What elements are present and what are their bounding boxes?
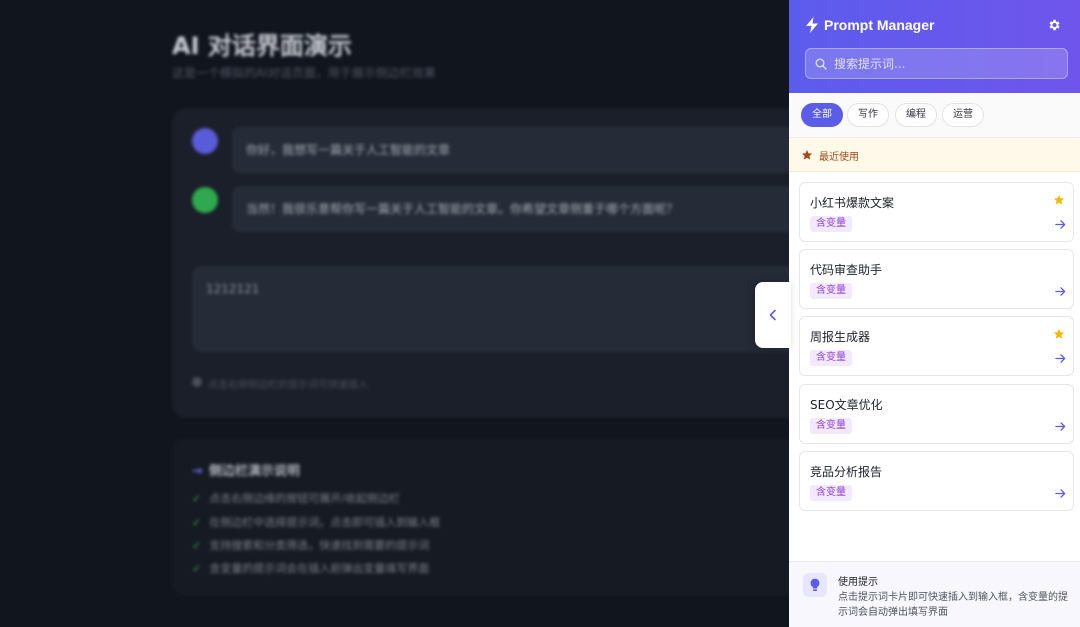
arrow-right-icon[interactable]	[1055, 286, 1066, 297]
prompt-card[interactable]: 周报生成器 含变量	[799, 316, 1074, 376]
check-icon: ✓	[192, 516, 202, 529]
variable-badge: 含变量	[810, 283, 852, 299]
lightbulb-icon	[803, 573, 827, 597]
page-subtitle: 这是一个模拟的AI对话页面，用于展示侧边栏效果	[172, 66, 436, 80]
prompt-name: 周报生成器	[810, 330, 871, 344]
ai-avatar	[192, 187, 218, 213]
star-icon	[801, 150, 813, 160]
ai-message: 当然！我很乐意帮你写一篇关于人工智能的文章。你希望文章侧重于哪个方面呢？	[232, 186, 790, 232]
star-icon[interactable]	[1053, 194, 1065, 206]
prompt-manager-sidebar: Prompt Manager 全部 写作 编程 运营 最近使用 小红书爆款文案 …	[789, 0, 1080, 627]
category-tabs: 全部 写作 编程 运营	[789, 93, 1080, 138]
page-title: AI 对话界面演示	[172, 32, 352, 60]
search-icon	[815, 58, 827, 70]
tab-all[interactable]: 全部	[801, 103, 843, 127]
gear-icon[interactable]	[1047, 18, 1061, 32]
tab-writing[interactable]: 写作	[847, 103, 889, 127]
arrow-right-icon[interactable]	[1055, 488, 1066, 499]
usage-tips: 使用提示 点击提示词卡片即可快速插入到输入框，含变量的提示词会自动弹出填写界面	[789, 561, 1080, 627]
user-message: 你好，我想写一篇关于人工智能的文章	[232, 127, 790, 173]
sidebar-toggle-button[interactable]	[755, 282, 791, 348]
tips-body: 点击提示词卡片即可快速插入到输入框，含变量的提示词会自动弹出填写界面	[838, 592, 1068, 618]
user-avatar	[192, 128, 218, 154]
prompt-card[interactable]: 竞品分析报告 含变量	[799, 451, 1074, 511]
prompt-name: SEO文章优化	[810, 398, 883, 412]
tab-operations[interactable]: 运营	[942, 103, 984, 127]
variable-badge: 含变量	[810, 350, 852, 366]
guide-item: ✓ 点击右侧边缘的按钮可展开/收起侧边栏	[192, 492, 400, 505]
check-icon: ✓	[192, 539, 202, 552]
check-icon: ✓	[192, 492, 202, 505]
arrow-right-icon: →	[192, 464, 203, 479]
prompt-card[interactable]: SEO文章优化 含变量	[799, 384, 1074, 444]
guide-title: → 侧边栏演示说明	[192, 464, 300, 479]
info-icon	[192, 377, 202, 387]
recent-section-header: 最近使用	[789, 138, 1080, 172]
demo-page-background: AI 对话界面演示 这是一个模拟的AI对话页面，用于展示侧边栏效果 你好，我想写…	[0, 0, 790, 627]
chat-input[interactable]: 1212121	[192, 266, 790, 352]
arrow-right-icon[interactable]	[1055, 219, 1066, 230]
prompt-name: 代码审查助手	[810, 263, 883, 277]
recent-label: 最近使用	[819, 152, 859, 163]
guide-item: ✓ 在侧边栏中选择提示词，点击即可插入到输入框	[192, 516, 441, 529]
variable-badge: 含变量	[810, 418, 852, 434]
sidebar-header: Prompt Manager	[789, 0, 1080, 93]
variable-badge: 含变量	[810, 216, 852, 232]
guide-item: ✓ 含变量的提示词会在插入前弹出变量填写界面	[192, 562, 430, 575]
prompt-card[interactable]: 小红书爆款文案 含变量	[799, 182, 1074, 242]
arrow-right-icon[interactable]	[1055, 353, 1066, 364]
search-input[interactable]	[834, 49, 1062, 78]
tab-coding[interactable]: 编程	[895, 103, 937, 127]
guide-item: ✓ 支持搜索和分类筛选，快速找到需要的提示词	[192, 539, 430, 552]
arrow-right-icon[interactable]	[1055, 421, 1066, 432]
sidebar-title: Prompt Manager	[824, 17, 935, 33]
prompt-card[interactable]: 代码审查助手 含变量	[799, 249, 1074, 309]
prompt-name: 小红书爆款文案	[810, 196, 895, 210]
prompt-name: 竞品分析报告	[810, 465, 883, 479]
lightning-icon	[806, 17, 818, 33]
guide-panel: → 侧边栏演示说明 ✓ 点击右侧边缘的按钮可展开/收起侧边栏 ✓ 在侧边栏中选择提示词…	[172, 438, 790, 596]
tips-title: 使用提示	[838, 577, 878, 588]
chevron-left-icon	[769, 309, 776, 321]
star-icon[interactable]	[1053, 328, 1065, 340]
input-hint: 点击右侧侧边栏的提示词可快速插入	[208, 380, 368, 391]
search-box	[805, 48, 1068, 79]
check-icon: ✓	[192, 562, 202, 575]
variable-badge: 含变量	[810, 485, 852, 501]
chat-panel: 你好，我想写一篇关于人工智能的文章 当然！我很乐意帮你写一篇关于人工智能的文章。…	[172, 108, 790, 418]
